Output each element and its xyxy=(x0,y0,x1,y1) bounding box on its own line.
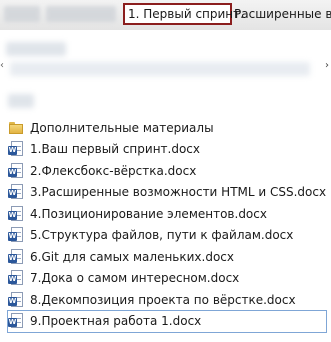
file-name: 2.Флексбокс-вёрстка.docx xyxy=(30,163,197,178)
word-document-icon: W xyxy=(8,141,24,157)
blurred-header xyxy=(8,94,34,108)
word-document-icon: W xyxy=(8,205,24,222)
blurred-toolbar xyxy=(10,62,310,76)
address-bar: 1. Первый спринт. Расширенные воз xyxy=(0,0,331,30)
breadcrumb-next-folder[interactable]: Расширенные воз xyxy=(234,6,331,22)
list-item-file[interactable]: W 3.Расширенные возможности HTML и CSS.d… xyxy=(8,182,326,204)
list-item-file[interactable]: W 8.Декомпозиция проекта по вёрстке.docx xyxy=(8,289,326,311)
word-document-icon: W xyxy=(8,248,24,265)
word-document-icon: W xyxy=(8,162,24,179)
file-name: 9.Проектная работа 1.docx xyxy=(30,314,202,329)
file-name: 1.Ваш первый спринт.docx xyxy=(30,142,201,157)
word-document-icon: W xyxy=(8,291,24,308)
file-name: 8.Декомпозиция проекта по вёрстке.docx xyxy=(30,292,296,307)
file-name: 7.Дока о самом интересном.docx xyxy=(30,271,240,286)
list-item-file[interactable]: W 1.Ваш первый спринт.docx xyxy=(8,139,326,161)
list-item-file[interactable]: W 4.Позиционирование элементов.docx xyxy=(8,203,326,225)
file-name: 3.Расширенные возможности HTML и CSS.doc… xyxy=(30,185,327,200)
breadcrumb-next-label: Расширенные воз xyxy=(234,7,331,21)
file-name: 6.Git для самых маленьких.docx xyxy=(30,249,234,264)
list-item-file[interactable]: W 2.Флексбокс-вёрстка.docx xyxy=(8,160,326,182)
word-document-icon: W xyxy=(8,227,24,243)
word-document-icon: W xyxy=(8,313,24,329)
file-name: Дополнительные материалы xyxy=(30,120,214,135)
file-name: 4.Позиционирование элементов.docx xyxy=(30,206,267,221)
list-item-folder[interactable]: Дополнительные материалы xyxy=(8,117,326,139)
word-document-icon: W xyxy=(8,184,24,200)
scroll-tick: ‹ xyxy=(0,60,4,71)
file-list: Дополнительные материалы W 1.Ваш первый … xyxy=(7,117,327,333)
list-item-file[interactable]: W 7.Дока о самом интересном.docx xyxy=(8,268,326,290)
scroll-right-arrow[interactable]: › xyxy=(325,60,329,71)
list-item-file[interactable]: W 6.Git для самых маленьких.docx xyxy=(8,246,326,268)
blurred-segment xyxy=(46,6,116,22)
word-document-icon: W xyxy=(8,270,24,286)
breadcrumb-current-label: 1. Первый спринт. xyxy=(128,7,244,21)
list-item-file-selected[interactable]: W 9.Проектная работа 1.docx xyxy=(7,309,327,333)
list-item-file[interactable]: W 5.Структура файлов, пути к файлам.docx xyxy=(8,225,326,247)
breadcrumb-current-folder[interactable]: 1. Первый спринт. xyxy=(123,3,244,25)
folder-icon xyxy=(8,120,24,136)
blurred-segment xyxy=(4,6,40,22)
blurred-toolbar xyxy=(6,42,66,56)
file-name: 5.Структура файлов, пути к файлам.docx xyxy=(30,228,294,243)
